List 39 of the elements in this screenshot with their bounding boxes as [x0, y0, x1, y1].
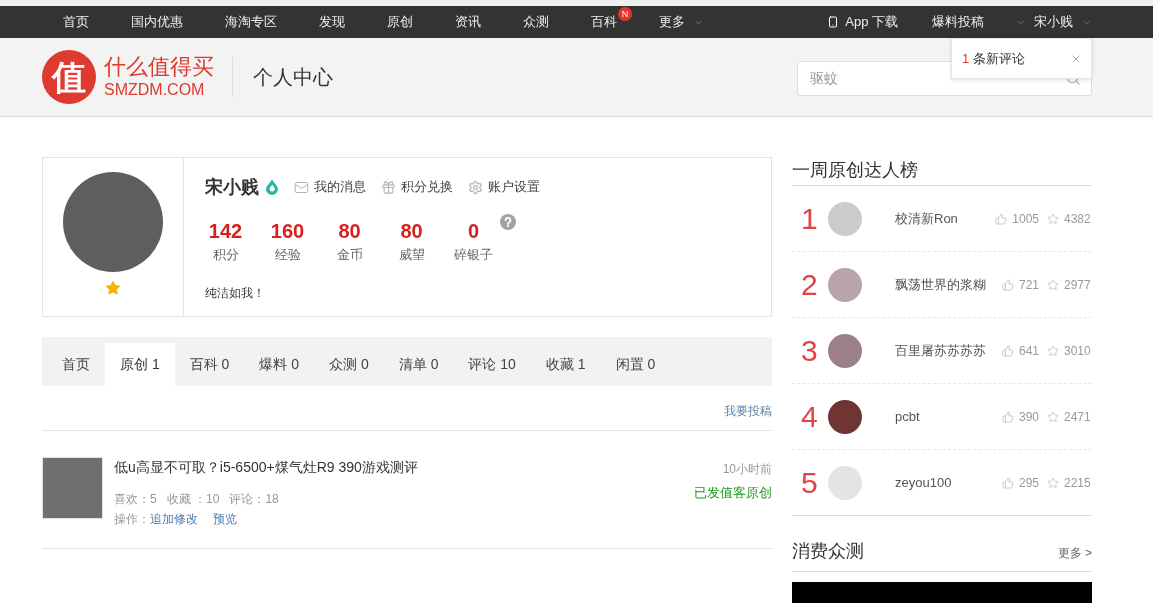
post-stat: 评论：18: [229, 491, 279, 508]
page-title: 个人中心: [253, 65, 333, 90]
rank-number: 3: [800, 335, 819, 366]
favorite-count: 2977: [1064, 276, 1091, 294]
actions-label: 操作：: [114, 511, 150, 528]
section-title: 消费众测: [792, 540, 864, 563]
stat-value: 80: [400, 219, 423, 243]
like-count: 390: [1018, 408, 1039, 426]
rank-number: 4: [800, 401, 819, 432]
user-bio: 纯洁如我！: [205, 285, 266, 302]
stat-label: 碎银子: [454, 246, 493, 264]
favorite-count: 3010: [1064, 342, 1091, 360]
stat-value: 142: [208, 219, 243, 243]
post-status: 已发值客原创: [694, 484, 772, 502]
like-count: 641: [1018, 342, 1039, 360]
rank-number: 1: [800, 203, 819, 234]
like-count: 1005: [1012, 210, 1039, 228]
logo-domain: SMZDM.COM: [104, 80, 206, 100]
stat-value: 160: [270, 219, 305, 243]
favorite-count: 4382: [1064, 210, 1091, 228]
post-stat: 收藏 ：10: [166, 491, 220, 508]
rank-number: 5: [800, 467, 819, 498]
stat-label: 金币: [336, 246, 363, 264]
stat-label: 经验: [274, 246, 301, 264]
post-time: 10小时前: [722, 461, 772, 478]
user-name: 宋小贱: [205, 175, 259, 199]
new-badge: N: [618, 7, 632, 21]
stat-value: 0: [467, 219, 480, 243]
stat-value: 80: [338, 219, 361, 243]
like-count: 721: [1018, 276, 1039, 294]
post-stat: 喜欢：5: [114, 491, 157, 508]
stat-label: 积分: [212, 246, 239, 264]
section-title: 一周原创达人榜: [792, 159, 919, 182]
rank-number: 2: [800, 269, 819, 300]
stat-label: 威望: [398, 246, 425, 264]
favorite-count: 2215: [1064, 474, 1091, 492]
like-count: 295: [1018, 474, 1039, 492]
favorite-count: 2471: [1064, 408, 1091, 426]
logo-name: 什么值得买: [104, 54, 214, 80]
